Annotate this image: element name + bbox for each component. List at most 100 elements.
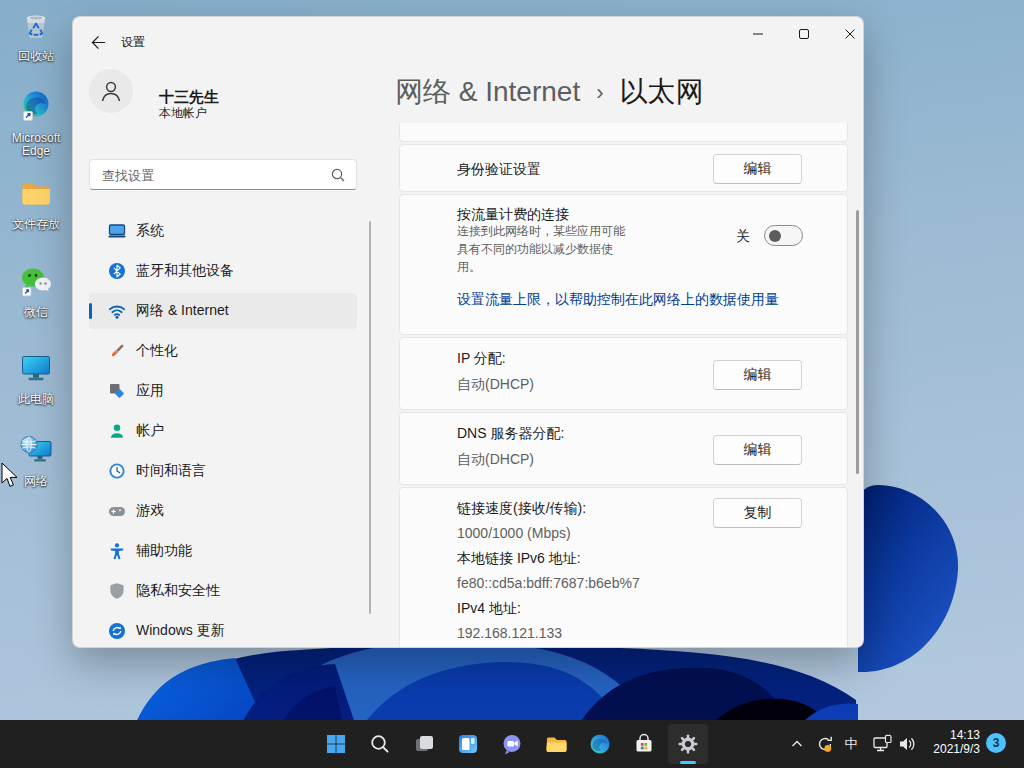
sidebar-item-windows-update[interactable]: Windows 更新 [89,613,357,648]
maximize-button[interactable] [781,17,827,51]
toggle-state-label: 关 [736,228,750,246]
close-icon [844,28,856,40]
sidebar-item-privacy-security[interactable]: 隐私和安全性 [89,573,357,609]
tray-volume-icon[interactable] [897,734,919,754]
sidebar-item-accounts[interactable]: 帐户 [89,413,357,449]
desktop-icon-wechat[interactable]: 微信 [0,264,72,319]
taskbar-search-icon [368,732,392,756]
breadcrumb-separator: › [596,78,603,106]
ethernet-network-icon [872,734,894,754]
user-avatar[interactable] [89,69,133,113]
active-app-indicator [680,761,696,764]
dns-edit-button[interactable]: 编辑 [713,435,802,465]
ip-assignment-label: IP 分配: [457,350,506,366]
sidebar-scrollbar[interactable] [369,221,371,614]
user-name: 十三先生 [159,89,219,105]
sidebar-item-label: Windows 更新 [136,622,225,640]
settings-window: 设置 十三先生 本地帐户 查找设置 [72,16,864,648]
notification-badge[interactable]: 3 [986,733,1006,753]
accounts-icon [108,422,126,440]
close-button[interactable] [827,17,864,51]
link-speed-label: 链接速度(接收/传输): [457,500,586,516]
minimize-button[interactable] [735,17,781,51]
wechat-icon [19,264,53,298]
chat-button[interactable] [490,720,534,768]
toggle-knob [769,230,781,242]
tray-update-icon[interactable] [815,734,835,754]
sidebar-item-label: 隐私和安全性 [136,582,220,600]
desktop-icon-recycle-bin[interactable]: 回收站 [0,8,72,63]
search-input[interactable]: 查找设置 [89,159,357,190]
card-partial-row [399,123,848,142]
file-explorer-icon [544,732,568,756]
tray-ime-indicator[interactable]: 中 [841,735,861,753]
privacy-shield-icon [108,582,126,600]
dns-assignment-value: 自动(DHCP) [457,451,534,467]
sidebar-item-accessibility[interactable]: 辅助功能 [89,533,357,569]
sidebar-item-network-internet[interactable]: 网络 & Internet [89,293,357,329]
sidebar-item-gaming[interactable]: 游戏 [89,493,357,529]
sidebar-item-time-language[interactable]: 时间和语言 [89,453,357,489]
metered-connection-description: 连接到此网络时，某些应用可能 具有不同的功能以减少数据使 用。 [457,222,625,276]
card-ip-assignment: IP 分配: 自动(DHCP) 编辑 [399,337,848,410]
auth-settings-label: 身份验证设置 [457,161,541,177]
sidebar-item-personalization[interactable]: 个性化 [89,333,357,369]
settings-gear-icon [676,732,700,756]
auth-edit-button[interactable]: 编辑 [713,154,802,184]
recycle-bin-icon [19,8,53,42]
sidebar-item-label: 系统 [136,222,164,240]
breadcrumb-root[interactable]: 网络 & Internet [395,73,580,111]
notification-count: 3 [993,736,1000,750]
sidebar-item-system[interactable]: 系统 [89,213,357,249]
sidebar-item-label: 个性化 [136,342,178,360]
minimize-icon [752,28,764,40]
search-icon [331,168,345,182]
search-button[interactable] [358,720,402,768]
task-view-button[interactable] [402,720,446,768]
task-view-icon [412,732,436,756]
edge-button[interactable] [578,720,622,768]
content-scrollbar[interactable] [856,210,859,474]
chevron-up-icon [790,737,804,751]
sidebar-item-apps[interactable]: 应用 [89,373,357,409]
window-title: 设置 [121,36,145,48]
taskbar: 中 14:13 2021/9/3 3 [0,720,1024,768]
tray-chevron-button[interactable] [790,737,804,751]
desktop-icon-file-folder[interactable]: 文件存放 [0,176,72,231]
sidebar-item-bluetooth-devices[interactable]: 蓝牙和其他设备 [89,253,357,289]
metered-connection-toggle[interactable] [764,225,803,246]
mouse-cursor [1,462,19,489]
sidebar-nav: 系统 蓝牙和其他设备 网络 & Internet 个性化 应用 [89,213,357,648]
widgets-button[interactable] [446,720,490,768]
start-icon [324,732,348,756]
maximize-icon [798,28,810,40]
gaming-icon [108,502,126,520]
speaker-icon [897,734,919,754]
store-button[interactable] [622,720,666,768]
apps-icon [108,382,126,400]
dns-assignment-label: DNS 服务器分配: [457,425,564,441]
windows-update-icon [108,622,126,640]
ip-assignment-value: 自动(DHCP) [457,376,534,392]
desktop-icon-microsoft-edge[interactable]: Microsoft Edge [0,90,72,158]
accessibility-icon [108,542,126,560]
tray-time: 14:13 [933,728,980,742]
data-limit-link[interactable]: 设置流量上限，以帮助控制在此网络上的数据使用量 [457,291,779,307]
sidebar-item-label: 游戏 [136,502,164,520]
file-explorer-button[interactable] [534,720,578,768]
settings-button[interactable] [666,720,710,768]
start-button[interactable] [314,720,358,768]
metered-connection-label: 按流量计费的连接 [457,204,569,224]
widgets-icon [456,732,480,756]
folder-icon [19,176,53,210]
ip-edit-button[interactable]: 编辑 [713,360,802,390]
copy-button[interactable]: 复制 [713,498,802,528]
network-places-icon [19,433,53,467]
sync-icon [815,734,835,754]
desktop-icon-this-pc[interactable]: 此电脑 [0,351,72,406]
back-button[interactable] [87,31,109,53]
tray-clock[interactable]: 14:13 2021/9/3 [933,728,980,756]
tray-network-icon[interactable] [872,734,894,754]
taskbar-center [314,720,710,768]
store-icon [632,732,656,756]
